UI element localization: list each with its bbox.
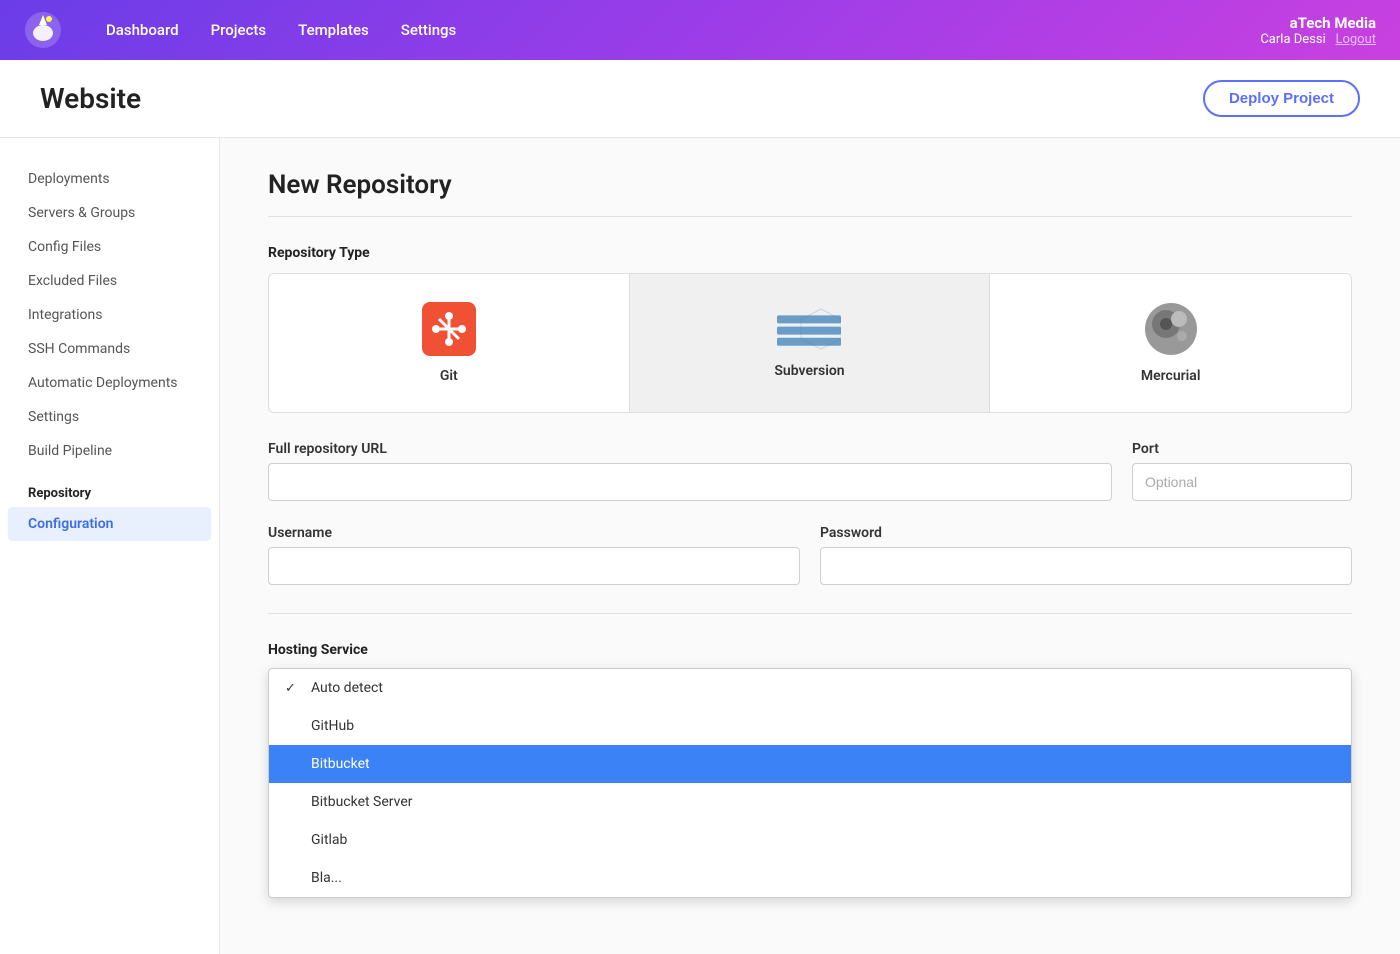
logo [24,11,62,49]
sidebar-item-excluded-files[interactable]: Excluded Files [0,264,219,298]
repo-type-git[interactable]: Git [269,274,630,412]
dropdown-option-bitbucket[interactable]: Bitbucket [269,745,1351,783]
page-header: Website Deploy Project [0,60,1400,138]
repo-type-grid: Git Subversion [268,273,1352,413]
check-icon: ✓ [285,681,301,696]
dropdown-option-gitlab[interactable]: Gitlab [269,821,1351,859]
username: Carla Dessi [1260,32,1325,47]
url-input[interactable] [268,463,1112,501]
repository-section-label: Repository [0,468,219,507]
git-label: Git [440,368,458,384]
subversion-label: Subversion [774,363,844,379]
repo-type-group: Repository Type [268,245,1352,413]
nav-dashboard[interactable]: Dashboard [94,15,191,45]
hosting-service-group: Hosting Service ✓ Auto detect GitHub Bit… [268,642,1352,898]
dropdown-option-bla[interactable]: Bla... [269,859,1351,897]
username-input[interactable] [268,547,800,585]
sidebar-item-deployments[interactable]: Deployments [0,162,219,196]
sidebar-item-servers-groups[interactable]: Servers & Groups [0,196,219,230]
sidebar-item-config-files[interactable]: Config Files [0,230,219,264]
company-name: aTech Media [1260,14,1376,32]
form-section-title: New Repository [268,170,1352,200]
password-group: Password [820,525,1352,585]
section-divider [268,216,1352,217]
hosting-divider [268,613,1352,614]
port-label: Port [1132,441,1352,457]
main-content: New Repository Repository Type [220,138,1400,954]
port-input[interactable] [1132,463,1352,501]
url-label: Full repository URL [268,441,1112,457]
sidebar-item-integrations[interactable]: Integrations [0,298,219,332]
deploy-project-button[interactable]: Deploy Project [1203,80,1360,117]
dropdown-option-github[interactable]: GitHub [269,707,1351,745]
subversion-icon [777,307,841,351]
nav-links: Dashboard Projects Templates Settings [94,15,1260,45]
password-input[interactable] [820,547,1352,585]
repo-type-label: Repository Type [268,245,1352,261]
mercurial-icon [1144,302,1198,356]
repo-type-mercurial[interactable]: Mercurial [990,274,1351,412]
port-field-group: Port [1132,441,1352,501]
sidebar-item-configuration[interactable]: Configuration [8,507,211,541]
dropdown-option-auto-detect[interactable]: ✓ Auto detect [269,669,1351,707]
url-field-group: Full repository URL [268,441,1112,501]
navbar: Dashboard Projects Templates Settings aT… [0,0,1400,60]
git-icon [422,302,476,356]
url-port-row: Full repository URL Port [268,441,1352,501]
user-info: aTech Media Carla Dessi Logout [1260,14,1376,47]
nav-settings[interactable]: Settings [389,15,469,45]
logout-link[interactable]: Logout [1335,32,1376,47]
hosting-dropdown[interactable]: ✓ Auto detect GitHub Bitbucket Bitbucket… [268,668,1352,898]
username-group: Username [268,525,800,585]
sidebar: Deployments Servers & Groups Config File… [0,138,220,954]
repo-type-subversion[interactable]: Subversion [630,274,991,412]
layout: Deployments Servers & Groups Config File… [0,138,1400,954]
nav-projects[interactable]: Projects [199,15,279,45]
nav-templates[interactable]: Templates [286,15,381,45]
hosting-label: Hosting Service [268,642,1352,658]
sidebar-item-ssh-commands[interactable]: SSH Commands [0,332,219,366]
sidebar-item-settings[interactable]: Settings [0,400,219,434]
mercurial-label: Mercurial [1141,368,1201,384]
sidebar-item-build-pipeline[interactable]: Build Pipeline [0,434,219,468]
username-label: Username [268,525,800,541]
password-label: Password [820,525,1352,541]
page-title: Website [40,82,141,115]
sidebar-item-automatic-deployments[interactable]: Automatic Deployments [0,366,219,400]
dropdown-option-bitbucket-server[interactable]: Bitbucket Server [269,783,1351,821]
user-pass-row: Username Password [268,525,1352,585]
